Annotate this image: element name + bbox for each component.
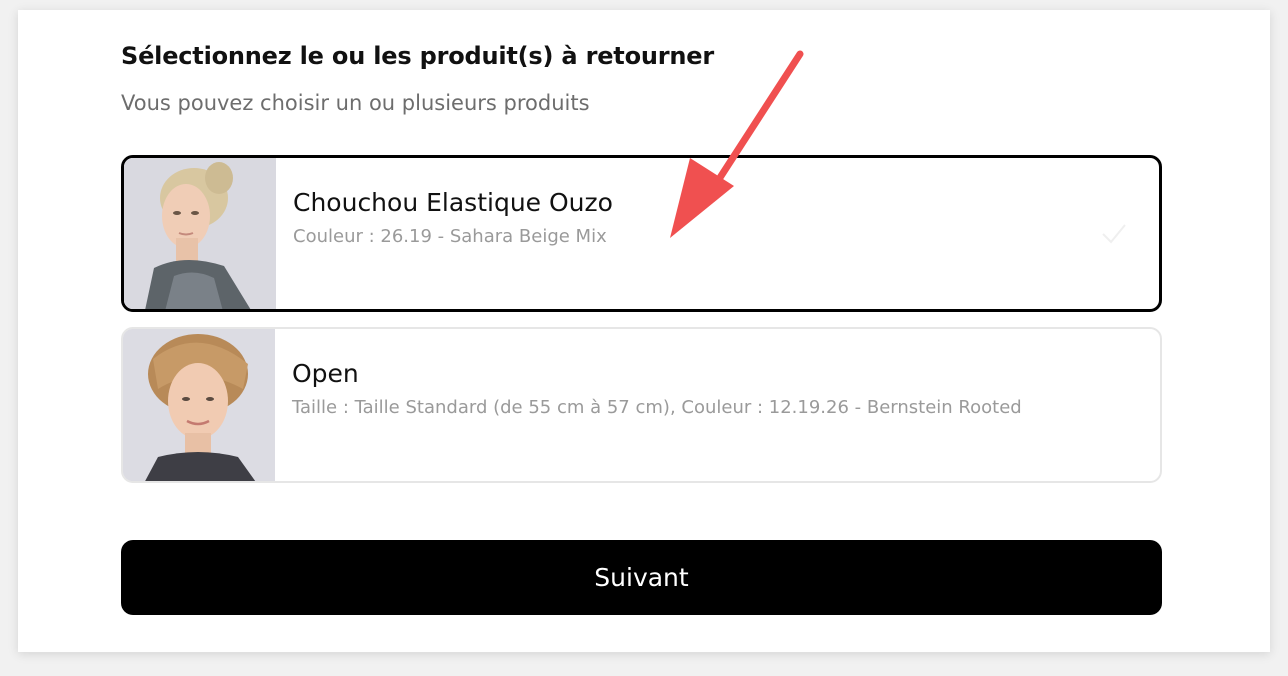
product-image — [124, 158, 276, 309]
page-title: Sélectionnez le ou les produit(s) à reto… — [121, 42, 714, 70]
next-button[interactable]: Suivant — [121, 540, 1162, 615]
check-icon — [1102, 224, 1126, 244]
page-subtitle: Vous pouvez choisir un ou plusieurs prod… — [121, 91, 590, 115]
product-image — [123, 329, 275, 481]
product-detail: Couleur : 26.19 - Sahara Beige Mix — [293, 226, 607, 247]
product-card-open[interactable]: Open Taille : Taille Standard (de 55 cm … — [121, 327, 1162, 483]
product-card-chouchou[interactable]: Chouchou Elastique Ouzo Couleur : 26.19 … — [121, 155, 1162, 312]
product-name: Chouchou Elastique Ouzo — [293, 188, 613, 217]
product-name: Open — [292, 359, 359, 388]
product-detail: Taille : Taille Standard (de 55 cm à 57 … — [292, 397, 1022, 418]
